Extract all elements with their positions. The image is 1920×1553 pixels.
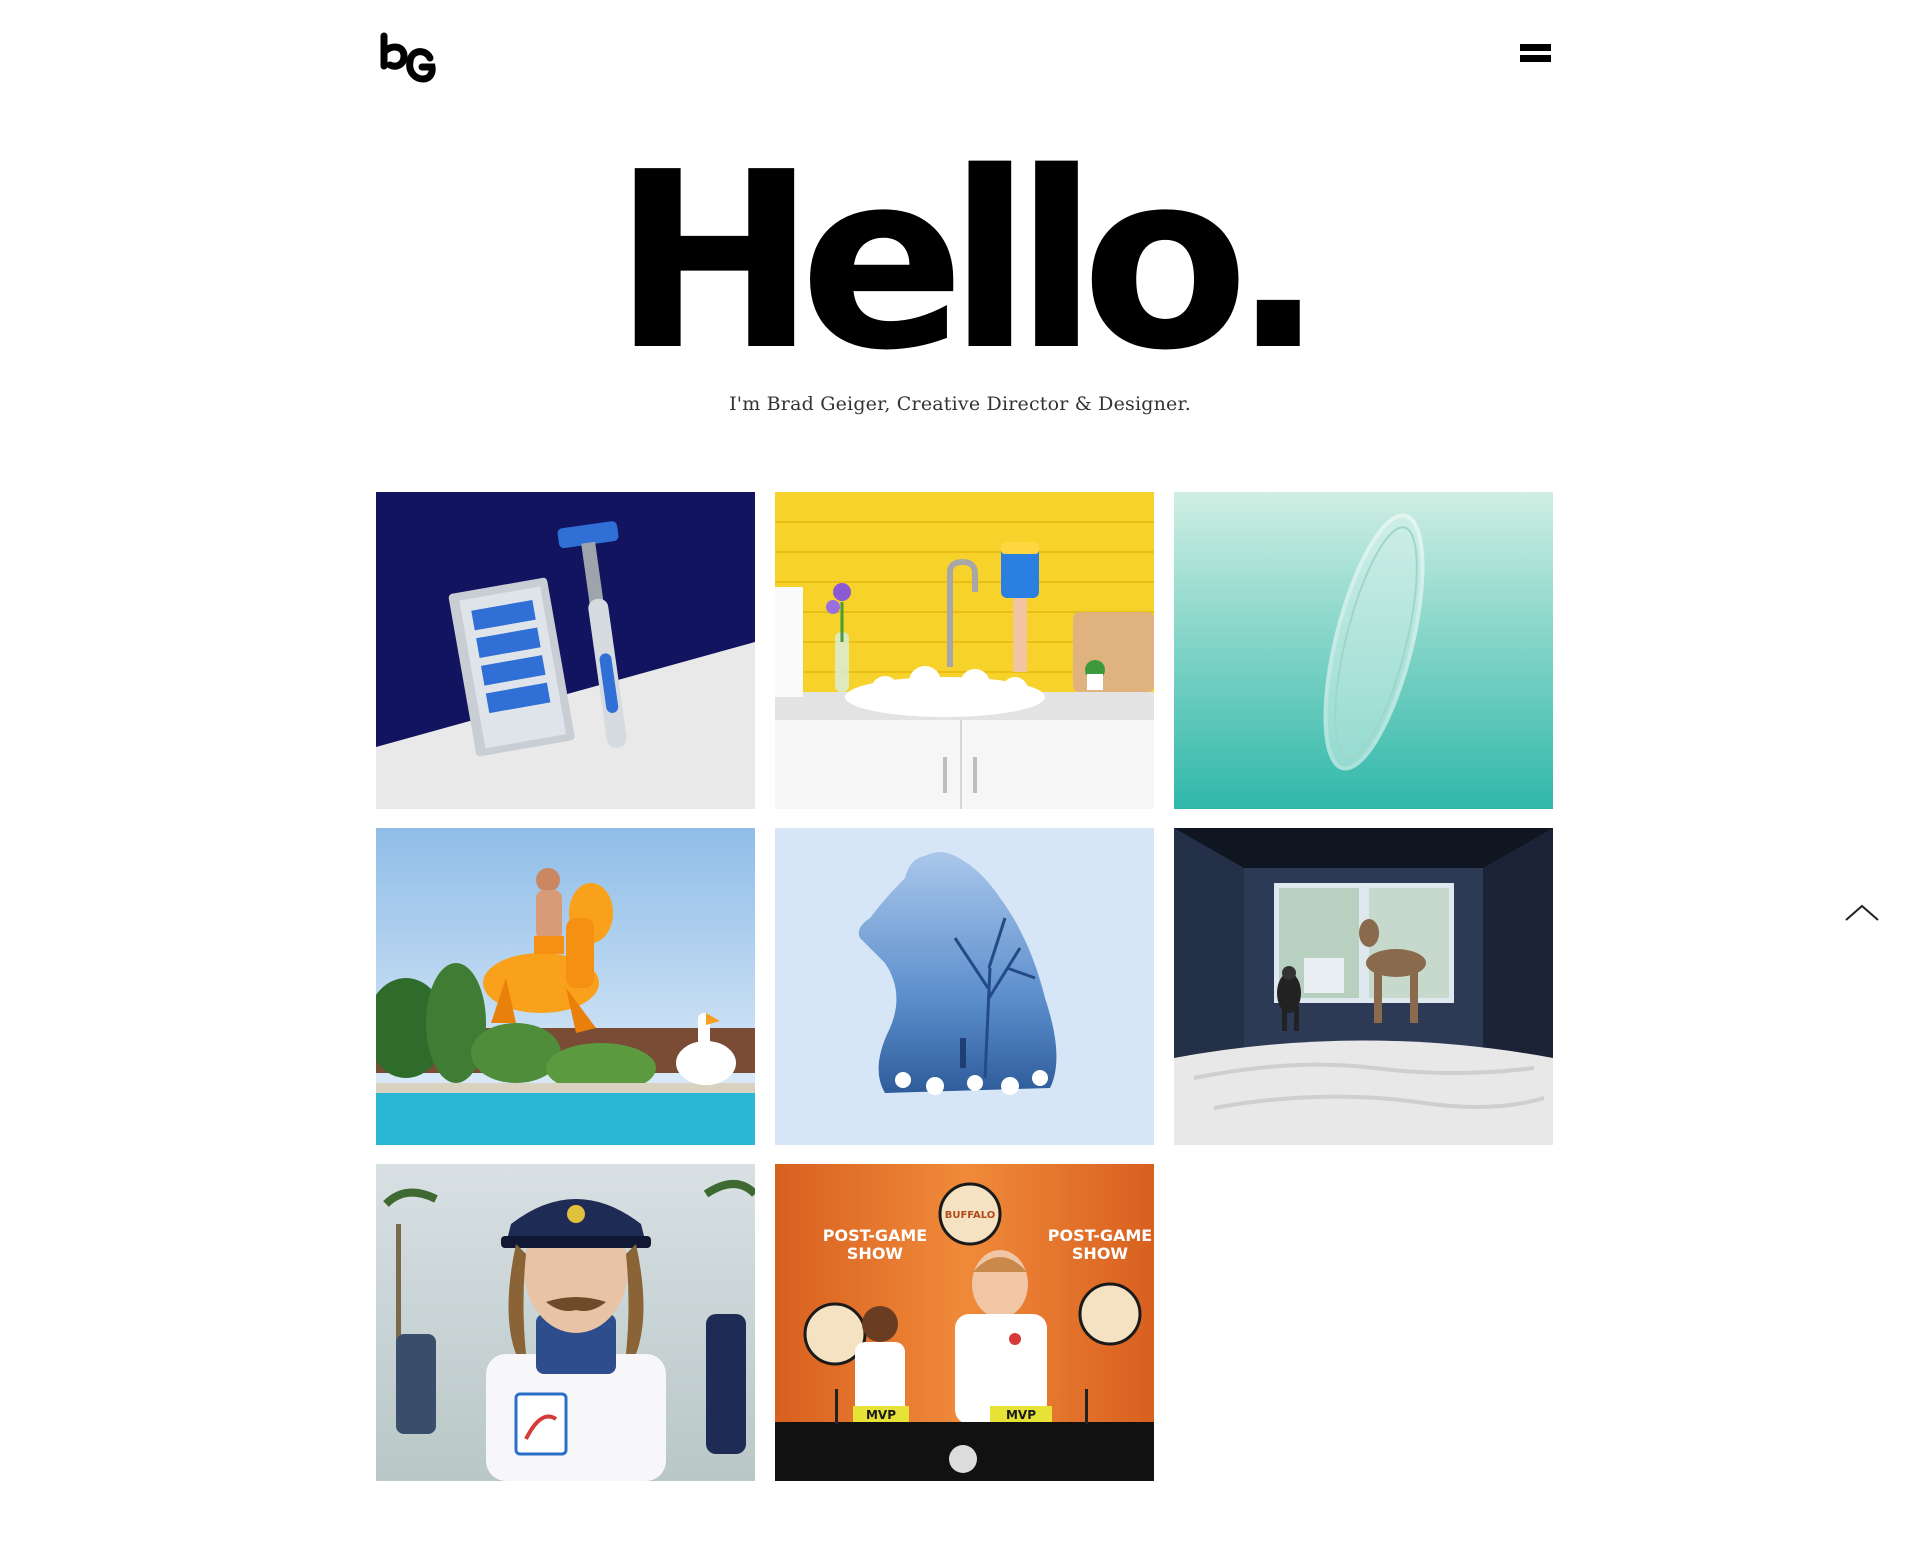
- hamburger-menu-icon[interactable]: [1520, 42, 1554, 66]
- post-game-label-left: POST-GAME: [823, 1226, 927, 1245]
- show-label-left: SHOW: [847, 1244, 904, 1263]
- hero-subtitle: I'm Brad Geiger, Creative Director & Des…: [729, 393, 1191, 415]
- pool-inflatable-image: [376, 828, 755, 1145]
- portfolio-item-sink[interactable]: [775, 492, 1154, 809]
- post-game-label-right: POST-GAME: [1048, 1226, 1152, 1245]
- bear-silhouette-image: [775, 828, 1154, 1145]
- portfolio-item-captain[interactable]: [376, 1164, 755, 1481]
- portfolio-item-bear[interactable]: [775, 828, 1154, 1145]
- bg-monogram-logo[interactable]: [378, 32, 440, 87]
- dogs-on-bed-image: [1174, 828, 1553, 1145]
- portfolio-item-lens[interactable]: [1174, 492, 1553, 809]
- mvp-label-right: MVP: [1006, 1408, 1036, 1422]
- mvp-label-left: MVP: [866, 1408, 896, 1422]
- glass-lens-image: [1174, 492, 1553, 809]
- portfolio-item-dogs[interactable]: [1174, 828, 1553, 1145]
- portfolio-item-pool[interactable]: [376, 828, 755, 1145]
- captain-portrait-image: [376, 1164, 755, 1481]
- portfolio-item-razor[interactable]: [376, 492, 755, 809]
- razor-product-image: [376, 492, 755, 809]
- buffalo-logo-text: BUFFALO: [945, 1210, 996, 1221]
- chevron-up-icon[interactable]: [1842, 900, 1882, 924]
- show-label-right: SHOW: [1072, 1244, 1129, 1263]
- hero-headline: Hello.: [612, 120, 1324, 404]
- kitchen-sink-image: [775, 492, 1154, 809]
- post-game-show-image: POST-GAME SHOW POST-GAME SHOW BUFFALO MV…: [775, 1164, 1154, 1481]
- portfolio-item-postgame[interactable]: POST-GAME SHOW POST-GAME SHOW BUFFALO MV…: [775, 1164, 1154, 1481]
